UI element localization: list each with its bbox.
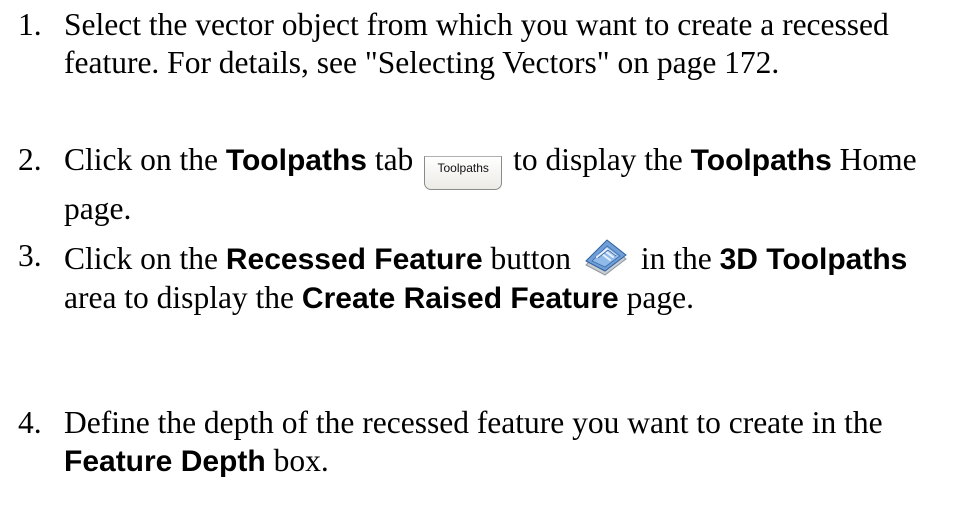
- step-1: 1. Select the vector object from which y…: [18, 6, 948, 82]
- text-run: page.: [618, 280, 694, 315]
- step-number: 3.: [18, 238, 42, 273]
- recessed-feature-label: Recessed Feature: [225, 243, 483, 276]
- text-run: area to display the: [64, 280, 302, 315]
- step-number: 1.: [18, 7, 42, 42]
- toolpaths-label: Toolpaths: [690, 144, 832, 177]
- text-run: Click on the: [64, 142, 226, 177]
- text-run: Click on the: [64, 241, 226, 276]
- text-run: to display the: [505, 142, 691, 177]
- toolpaths-label: Toolpaths: [225, 144, 367, 177]
- step-number: 4.: [18, 405, 42, 440]
- step-4: 4. Define the depth of the recessed feat…: [18, 404, 948, 481]
- text-run: Define the depth of the recessed feature…: [64, 405, 883, 440]
- text-run: tab: [366, 142, 422, 177]
- step-3: 3. Click on the Recessed Feature button …: [18, 237, 948, 318]
- feature-depth-label: Feature Depth: [64, 445, 266, 478]
- text-run: in the: [632, 241, 720, 276]
- toolpaths-tab-button[interactable]: Toolpaths: [424, 156, 503, 190]
- text-run: box.: [265, 443, 329, 478]
- step-text: Click on the Recessed Feature button in …: [64, 237, 948, 318]
- create-raised-feature-label: Create Raised Feature: [301, 282, 619, 315]
- 3d-toolpaths-label: 3D Toolpaths: [719, 243, 908, 276]
- step-2: 2. Click on the Toolpaths tab Toolpaths …: [18, 141, 948, 228]
- step-text: Define the depth of the recessed feature…: [64, 404, 948, 481]
- recessed-feature-icon[interactable]: [583, 237, 629, 277]
- text-run: button: [482, 241, 579, 276]
- step-number: 2.: [18, 142, 42, 177]
- step-text: Select the vector object from which you …: [64, 7, 889, 80]
- step-text: Click on the Toolpaths tab Toolpaths to …: [64, 141, 948, 228]
- document-page: { "steps": [ { "num": "1.", "text": "Sel…: [0, 0, 954, 521]
